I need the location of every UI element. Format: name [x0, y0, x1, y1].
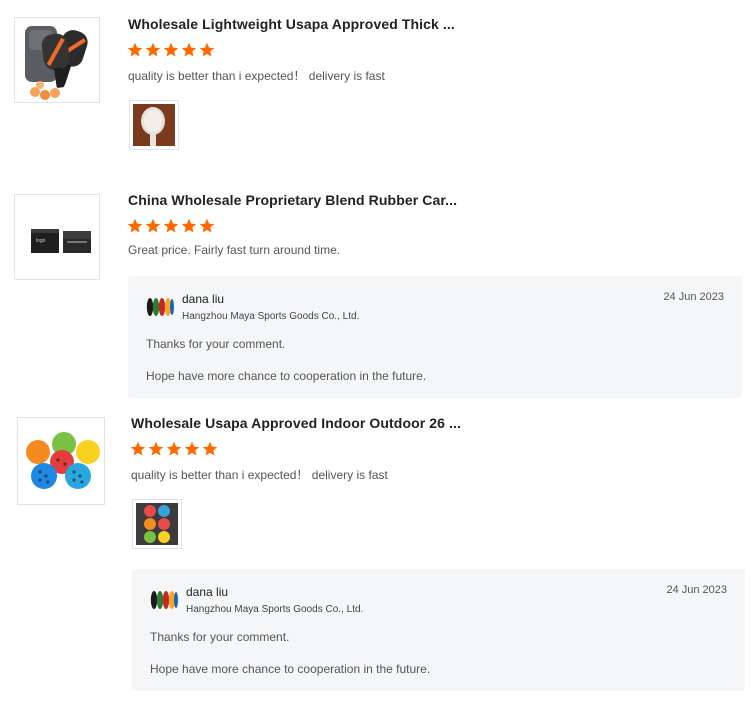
- seller-avatar: [150, 591, 178, 609]
- svg-text:logo: logo: [36, 238, 46, 244]
- star-icon: [181, 42, 197, 57]
- star-icon: [148, 441, 164, 456]
- star-icon: [145, 42, 161, 57]
- pickleballs-photo-icon: [136, 503, 178, 545]
- product-thumbnail[interactable]: [17, 417, 105, 505]
- star-icon: [181, 218, 197, 233]
- reply-text: Hope have more chance to cooperation in …: [150, 662, 431, 676]
- product-title[interactable]: Wholesale Usapa Approved Indoor Outdoor …: [131, 415, 461, 431]
- pickleballs-icon: [26, 432, 100, 489]
- star-icon: [202, 441, 218, 456]
- star-icon: [199, 218, 215, 233]
- star-icon: [127, 218, 143, 233]
- seller-name: dana liu: [182, 292, 225, 306]
- black-box-icon: logo: [31, 229, 91, 253]
- star-icon: [163, 218, 179, 233]
- reply-date: 24 Jun 2023: [666, 584, 727, 596]
- star-rating: [127, 218, 215, 234]
- star-icon: [166, 441, 182, 456]
- review-photo[interactable]: [129, 100, 179, 150]
- review-photo[interactable]: [132, 499, 182, 549]
- review-comment: quality is better than i expected！ deliv…: [128, 69, 385, 83]
- seller-reply: dana liu Hangzhou Maya Sports Goods Co.,…: [132, 569, 745, 691]
- product-thumbnail[interactable]: [14, 17, 100, 103]
- seller-reply: dana liu Hangzhou Maya Sports Goods Co.,…: [128, 276, 742, 398]
- product-title[interactable]: Wholesale Lightweight Usapa Approved Thi…: [128, 16, 455, 32]
- star-rating: [130, 441, 218, 457]
- product-title[interactable]: China Wholesale Proprietary Blend Rubber…: [128, 192, 457, 208]
- star-icon: [130, 441, 146, 456]
- reply-text: Thanks for your comment.: [150, 630, 290, 644]
- star-icon: [163, 42, 179, 57]
- seller-company: Hangzhou Maya Sports Goods Co., Ltd.: [182, 311, 360, 322]
- star-icon: [127, 42, 143, 57]
- product-thumbnail[interactable]: logo: [14, 194, 100, 280]
- seller-avatar: [146, 298, 174, 316]
- reply-date: 24 Jun 2023: [663, 291, 724, 303]
- review-comment: quality is better than i expected！ deliv…: [131, 468, 388, 482]
- paddle-photo-icon: [133, 104, 175, 146]
- review-comment: Great price. Fairly fast turn around tim…: [128, 243, 341, 257]
- star-rating: [127, 42, 215, 58]
- star-icon: [184, 441, 200, 456]
- seller-company: Hangzhou Maya Sports Goods Co., Ltd.: [186, 604, 364, 615]
- pickleball-paddle-set-icon: [25, 26, 88, 100]
- star-icon: [145, 218, 161, 233]
- seller-name: dana liu: [186, 585, 229, 599]
- star-icon: [199, 42, 215, 57]
- reply-text: Thanks for your comment.: [146, 337, 286, 351]
- reply-text: Hope have more chance to cooperation in …: [146, 369, 427, 383]
